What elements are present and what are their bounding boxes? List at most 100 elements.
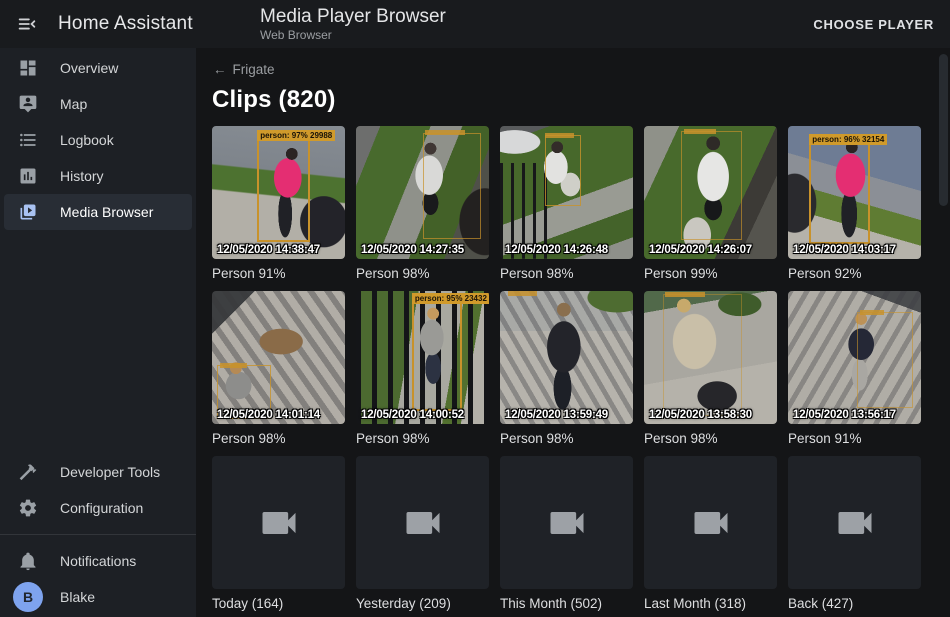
user-avatar: B (13, 582, 43, 612)
sidebar-item-map[interactable]: Map (4, 86, 192, 122)
sidebar-item-developer-tools[interactable]: Developer Tools (4, 454, 192, 490)
folder-label: Today (164) (212, 596, 345, 611)
scrollbar-thumb[interactable] (939, 54, 948, 206)
sidebar-item-overview[interactable]: Overview (4, 50, 192, 86)
clip-timestamp: 12/05/2020 14:27:35 (361, 244, 464, 256)
sidebar-item-history[interactable]: History (4, 158, 192, 194)
folder-card-last-month[interactable]: Last Month (318) (644, 456, 777, 611)
clip-label: Person 98% (500, 431, 633, 446)
page-title: Media Player Browser (260, 6, 446, 28)
sidebar-item-media-browser[interactable]: Media Browser (4, 194, 192, 230)
detection-box: person: 97% 29988 (257, 139, 310, 241)
folder-thumbnail (500, 456, 633, 589)
gear-icon (18, 498, 38, 518)
folder-thumbnail (212, 456, 345, 589)
video-camera-icon (257, 501, 301, 545)
clip-label: Person 98% (356, 266, 489, 281)
clip-card[interactable]: person: 95% 23432 12/05/2020 14:00:52 Pe… (356, 291, 489, 446)
sidebar-toggle-icon[interactable] (16, 13, 38, 35)
clip-label: Person 98% (644, 431, 777, 446)
folder-card-today[interactable]: Today (164) (212, 456, 345, 611)
clip-label: Person 98% (500, 266, 633, 281)
folder-card-yesterday[interactable]: Yesterday (209) (356, 456, 489, 611)
detection-marker (220, 363, 247, 368)
sidebar-item-label: Media Browser (60, 204, 153, 220)
clip-label: Person 98% (212, 431, 345, 446)
back-link[interactable]: ← Frigate (213, 62, 275, 77)
clip-thumbnail: 12/05/2020 14:26:07 (644, 126, 777, 259)
top-bar: Home Assistant Media Player Browser Web … (0, 0, 950, 48)
choose-player-button[interactable]: CHOOSE PLAYER (813, 17, 934, 32)
folder-thumbnail (644, 456, 777, 589)
detection-box: person: 95% 23432 (412, 302, 463, 411)
folder-card-this-month[interactable]: This Month (502) (500, 456, 633, 611)
clip-card[interactable]: 12/05/2020 14:27:35 Person 98% (356, 126, 489, 281)
clip-card[interactable]: 12/05/2020 13:56:17 Person 91% (788, 291, 921, 446)
clip-timestamp: 12/05/2020 14:26:07 (649, 244, 752, 256)
sidebar-item-label: History (60, 168, 104, 184)
media-browser-icon (18, 202, 38, 222)
clip-timestamp: 12/05/2020 13:59:49 (505, 409, 608, 421)
clip-card[interactable]: 12/05/2020 14:01:14 Person 98% (212, 291, 345, 446)
sidebar-item-profile[interactable]: B Blake (4, 579, 192, 615)
clip-card[interactable]: 12/05/2020 14:26:48 Person 98% (500, 126, 633, 281)
clip-thumbnail: 12/05/2020 13:56:17 (788, 291, 921, 424)
detection-label: person: 96% 32154 (809, 134, 887, 145)
sidebar: Overview Map Logbook History Media Brows… (0, 48, 196, 617)
detection-marker (545, 133, 574, 138)
clip-card[interactable]: person: 97% 29988 12/05/2020 14:38:47 Pe… (212, 126, 345, 281)
sidebar-item-notifications[interactable]: Notifications (4, 543, 192, 579)
home-assistant-app: Home Assistant Media Player Browser Web … (0, 0, 950, 617)
clip-card[interactable]: 12/05/2020 13:59:49 Person 98% (500, 291, 633, 446)
detection-box (857, 312, 913, 408)
folder-label: Last Month (318) (644, 596, 777, 611)
clip-thumbnail: person: 95% 23432 12/05/2020 14:00:52 (356, 291, 489, 424)
clip-thumbnail: 12/05/2020 13:58:30 (644, 291, 777, 424)
clip-timestamp: 12/05/2020 14:01:14 (217, 409, 320, 421)
clip-card[interactable]: person: 96% 32154 12/05/2020 14:03:17 Pe… (788, 126, 921, 281)
app-title: Home Assistant (58, 13, 193, 35)
folder-label: This Month (502) (500, 596, 633, 611)
clip-label: Person 92% (788, 266, 921, 281)
media-browser-content: ← Frigate Clips (820) person: 97% 29988 … (196, 48, 950, 617)
clip-timestamp: 12/05/2020 14:00:52 (361, 409, 464, 421)
clip-label: Person 91% (212, 266, 345, 281)
map-account-icon (18, 94, 38, 114)
clip-card[interactable]: 12/05/2020 14:26:07 Person 99% (644, 126, 777, 281)
folder-label: Yesterday (209) (356, 596, 489, 611)
clip-label: Person 99% (644, 266, 777, 281)
clip-thumbnail: person: 96% 32154 12/05/2020 14:03:17 (788, 126, 921, 259)
sidebar-item-label: Developer Tools (60, 464, 160, 480)
detection-marker (684, 129, 716, 134)
clip-thumbnail: 12/05/2020 14:27:35 (356, 126, 489, 259)
sidebar-item-label: Logbook (60, 132, 114, 148)
detection-marker (508, 291, 537, 296)
profile-name: Blake (60, 589, 95, 605)
page-subtitle: Web Browser (260, 28, 446, 42)
sidebar-item-configuration[interactable]: Configuration (4, 490, 192, 526)
detection-box: person: 96% 32154 (809, 143, 870, 244)
video-camera-icon (545, 501, 589, 545)
clip-thumbnail: 12/05/2020 14:01:14 (212, 291, 345, 424)
detection-label: person: 95% 23432 (412, 293, 489, 304)
clip-thumbnail: 12/05/2020 14:26:48 (500, 126, 633, 259)
detection-marker (425, 130, 465, 135)
detection-label: person: 97% 29988 (257, 130, 335, 141)
sidebar-item-logbook[interactable]: Logbook (4, 122, 192, 158)
detection-marker (860, 310, 884, 315)
back-link-label: Frigate (233, 62, 275, 77)
detection-box (663, 294, 743, 416)
folder-thumbnail (788, 456, 921, 589)
folder-card-back[interactable]: Back (427) (788, 456, 921, 611)
folder-thumbnail (356, 456, 489, 589)
back-arrow-icon: ← (213, 62, 227, 77)
clip-thumbnail: person: 97% 29988 12/05/2020 14:38:47 (212, 126, 345, 259)
sidebar-bottom: Developer Tools Configuration Notificati… (0, 454, 196, 617)
clip-timestamp: 12/05/2020 13:58:30 (649, 409, 752, 421)
video-camera-icon (833, 501, 877, 545)
clip-timestamp: 12/05/2020 14:26:48 (505, 244, 608, 256)
bell-icon (18, 551, 38, 571)
clip-timestamp: 12/05/2020 14:38:47 (217, 244, 320, 256)
clip-card[interactable]: 12/05/2020 13:58:30 Person 98% (644, 291, 777, 446)
sidebar-item-label: Configuration (60, 500, 143, 516)
